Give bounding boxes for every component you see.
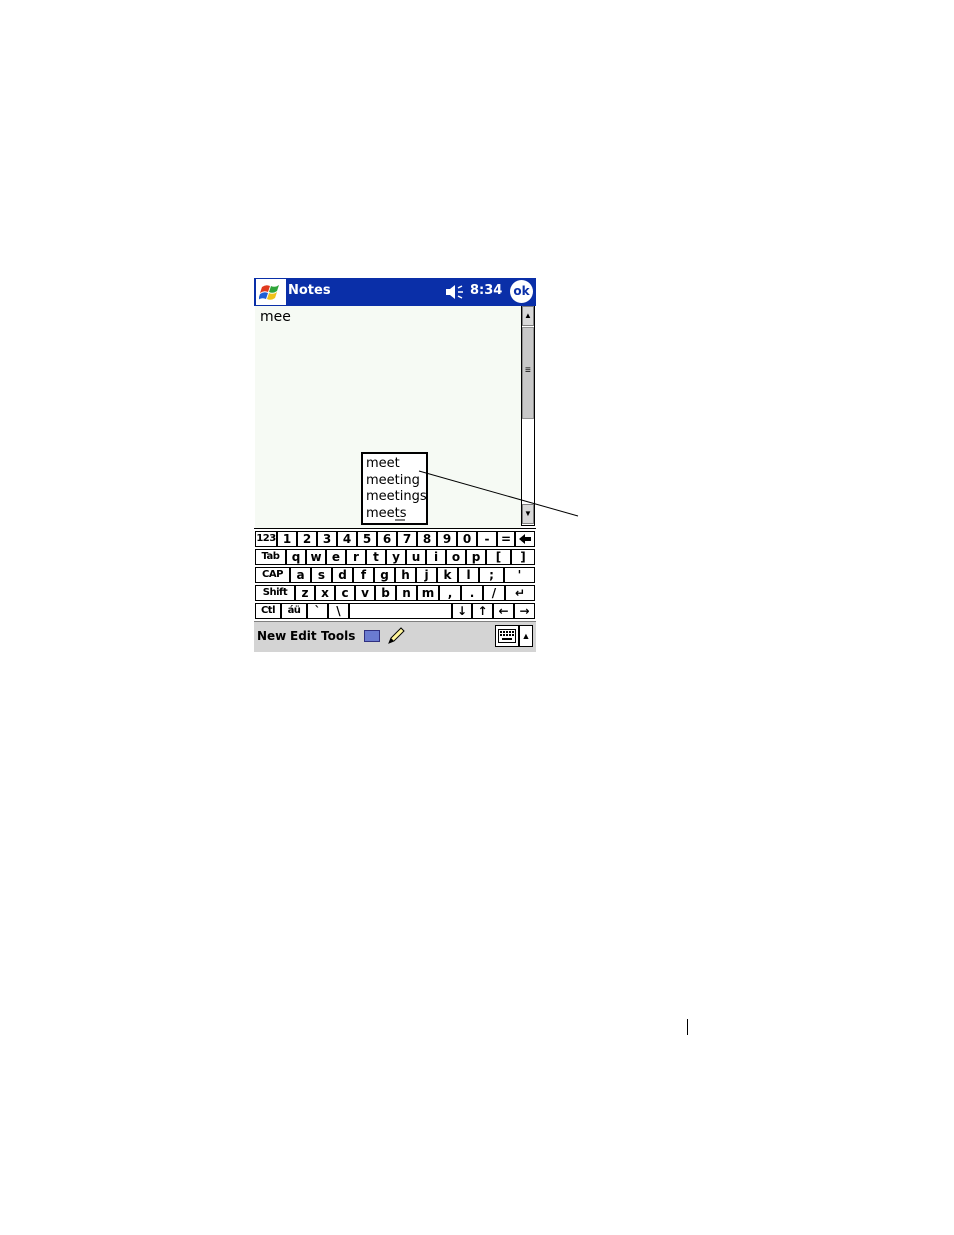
key-1[interactable]: 1 xyxy=(277,531,297,547)
key-equals[interactable]: = xyxy=(497,531,515,547)
key-s[interactable]: s xyxy=(311,567,332,583)
pen-icon[interactable] xyxy=(387,627,405,645)
key-period[interactable]: . xyxy=(461,585,483,601)
menu-tools[interactable]: Tools xyxy=(321,629,355,643)
vertical-scrollbar[interactable]: ▲ ≡ ▼ xyxy=(521,306,535,526)
key-ctrl[interactable]: Ctl xyxy=(255,603,281,619)
keyboard-icon[interactable] xyxy=(495,625,519,647)
key-d[interactable]: d xyxy=(332,567,353,583)
key-k[interactable]: k xyxy=(437,567,458,583)
key-t[interactable]: t xyxy=(366,549,386,565)
key-accents[interactable]: áü xyxy=(281,603,307,619)
suggestion-item[interactable]: meeting xyxy=(366,473,420,488)
title-bar: Notes 8:34 ok xyxy=(254,278,536,306)
key-g[interactable]: g xyxy=(374,567,395,583)
key-e[interactable]: e xyxy=(326,549,346,565)
key-j[interactable]: j xyxy=(416,567,437,583)
key-x[interactable]: x xyxy=(315,585,335,601)
suggestion-item[interactable]: meet xyxy=(366,456,400,471)
key-backtick[interactable]: ` xyxy=(307,603,328,619)
key-arrow-left[interactable]: ← xyxy=(493,603,514,619)
key-i[interactable]: i xyxy=(426,549,446,565)
key-arrow-right[interactable]: → xyxy=(514,603,535,619)
speaker-icon[interactable] xyxy=(444,282,466,302)
up-arrow-icon[interactable]: ▲ xyxy=(519,625,533,647)
page-margin-mark xyxy=(687,1019,688,1035)
key-l[interactable]: l xyxy=(458,567,479,583)
key-3[interactable]: 3 xyxy=(317,531,337,547)
key-shift[interactable]: Shift xyxy=(255,585,295,601)
backspace-key[interactable] xyxy=(515,531,535,547)
key-8[interactable]: 8 xyxy=(417,531,437,547)
scroll-up-button[interactable]: ▲ xyxy=(522,306,534,326)
suggestion-item[interactable]: meetings xyxy=(366,489,427,504)
key-6[interactable]: 6 xyxy=(377,531,397,547)
key-5[interactable]: 5 xyxy=(357,531,377,547)
scroll-thumb[interactable]: ≡ xyxy=(522,327,534,419)
key-9[interactable]: 9 xyxy=(437,531,457,547)
key-q[interactable]: q xyxy=(286,549,306,565)
key-7[interactable]: 7 xyxy=(397,531,417,547)
note-text[interactable]: mee xyxy=(260,309,291,325)
key-enter[interactable]: ↵ xyxy=(505,585,535,601)
soft-keyboard: 123 1 2 3 4 5 6 7 8 9 0 - = Tab q w e r … xyxy=(254,528,536,622)
key-v[interactable]: v xyxy=(355,585,375,601)
key-o[interactable]: o xyxy=(446,549,466,565)
key-slash[interactable]: / xyxy=(483,585,505,601)
key-comma[interactable]: , xyxy=(439,585,461,601)
clock[interactable]: 8:34 xyxy=(470,283,502,298)
key-123[interactable]: 123 xyxy=(255,531,277,547)
word-suggestion-list: meet meeting meetings meets xyxy=(361,452,428,525)
key-space[interactable] xyxy=(349,603,452,619)
suggestion-item[interactable]: meets xyxy=(366,506,407,521)
key-f[interactable]: f xyxy=(353,567,374,583)
key-z[interactable]: z xyxy=(295,585,315,601)
app-title: Notes xyxy=(288,283,331,298)
key-4[interactable]: 4 xyxy=(337,531,357,547)
pocket-pc-screen: Notes 8:34 ok mee ▲ ≡ ▼ meet meeting mee… xyxy=(254,278,536,652)
recorder-icon[interactable] xyxy=(364,630,380,642)
ok-button[interactable]: ok xyxy=(510,280,533,303)
menu-bar: New Edit Tools ▲ xyxy=(254,621,536,652)
key-m[interactable]: m xyxy=(417,585,439,601)
key-right-bracket[interactable]: ] xyxy=(511,549,535,565)
grip-icon: ≡ xyxy=(525,365,531,376)
key-arrow-up[interactable]: ↑ xyxy=(472,603,493,619)
key-0[interactable]: 0 xyxy=(457,531,477,547)
key-apostrophe[interactable]: ' xyxy=(504,567,535,583)
menu-edit[interactable]: Edit xyxy=(290,629,317,643)
key-b[interactable]: b xyxy=(375,585,396,601)
key-r[interactable]: r xyxy=(346,549,366,565)
key-p[interactable]: p xyxy=(466,549,486,565)
key-y[interactable]: y xyxy=(386,549,406,565)
key-h[interactable]: h xyxy=(395,567,416,583)
key-arrow-down[interactable]: ↓ xyxy=(452,603,472,619)
key-w[interactable]: w xyxy=(306,549,326,565)
key-u[interactable]: u xyxy=(406,549,426,565)
menu-new[interactable]: New xyxy=(257,629,286,643)
scroll-down-button[interactable]: ▼ xyxy=(522,504,534,524)
windows-flag-icon xyxy=(259,285,279,300)
key-tab[interactable]: Tab xyxy=(255,549,286,565)
key-backslash[interactable]: \ xyxy=(328,603,349,619)
key-n[interactable]: n xyxy=(396,585,417,601)
key-left-bracket[interactable]: [ xyxy=(486,549,511,565)
key-2[interactable]: 2 xyxy=(297,531,317,547)
key-caps[interactable]: CAP xyxy=(255,567,290,583)
key-semicolon[interactable]: ; xyxy=(479,567,504,583)
backspace-arrow-icon xyxy=(519,534,531,544)
key-a[interactable]: a xyxy=(290,567,311,583)
key-minus[interactable]: - xyxy=(477,531,497,547)
start-button[interactable] xyxy=(256,279,286,305)
key-c[interactable]: c xyxy=(335,585,355,601)
